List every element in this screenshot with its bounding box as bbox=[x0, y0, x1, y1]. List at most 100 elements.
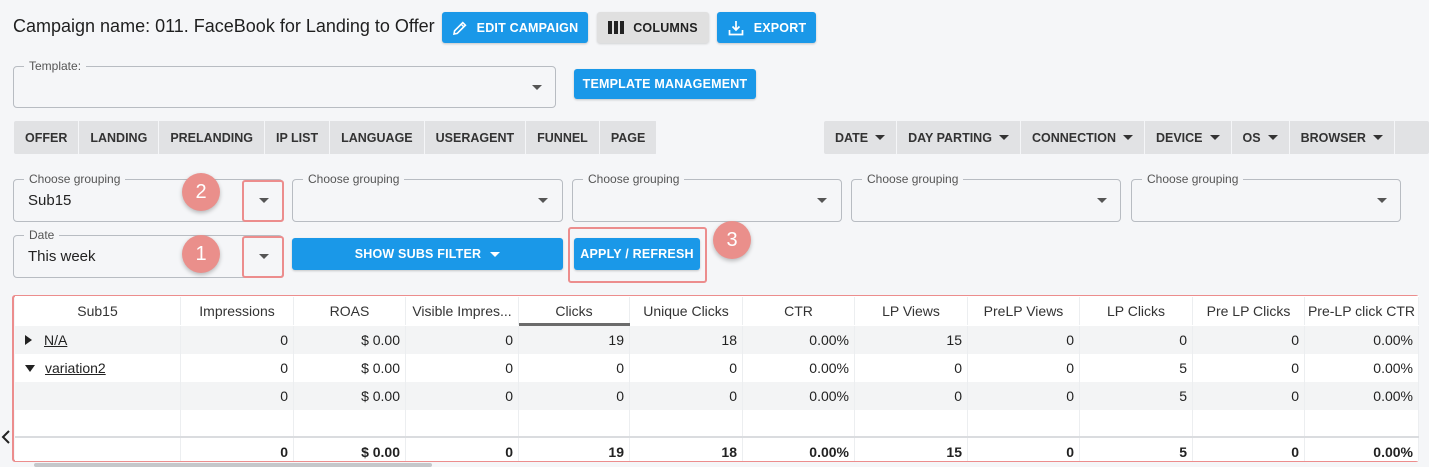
tab-date-label: DATE bbox=[835, 130, 869, 145]
row-link[interactable]: N/A bbox=[44, 332, 67, 348]
column-header[interactable]: CTR bbox=[743, 297, 855, 325]
column-header[interactable]: Unique Clicks bbox=[630, 297, 743, 325]
grouping-select-2[interactable]: Choose grouping bbox=[292, 172, 563, 222]
tab-connection[interactable]: CONNECTION bbox=[1021, 121, 1145, 154]
tab-date[interactable]: DATE bbox=[824, 121, 898, 154]
column-header[interactable]: Sub15 bbox=[15, 297, 181, 325]
caret-down-icon bbox=[1267, 135, 1278, 140]
table-cell: 0.00% bbox=[743, 382, 855, 410]
table-cell: 0 bbox=[181, 354, 294, 382]
export-label: EXPORT bbox=[753, 20, 807, 35]
column-header[interactable]: Impressions bbox=[181, 297, 294, 325]
caret-down-icon bbox=[1209, 135, 1220, 140]
tab-day-parting[interactable]: DAY PARTING bbox=[897, 121, 1021, 154]
download-icon bbox=[728, 20, 744, 35]
chevron-down-icon[interactable] bbox=[1097, 198, 1107, 203]
caret-down-icon bbox=[875, 135, 886, 140]
tab-language[interactable]: LANGUAGE bbox=[330, 121, 425, 154]
table-cell: $ 0.00 bbox=[294, 382, 406, 410]
grouping-label: Choose grouping bbox=[24, 172, 126, 186]
tab-prelanding[interactable]: PRELANDING bbox=[159, 121, 265, 154]
table-row[interactable]: N/A 0 $ 0.00 0 19 18 0.00% 15 0 0 0 0.00… bbox=[15, 326, 1419, 354]
column-header[interactable]: LP Views bbox=[855, 297, 968, 325]
show-subs-filter-button[interactable]: SHOW SUBS FILTER bbox=[292, 238, 563, 270]
export-button[interactable]: EXPORT bbox=[717, 12, 816, 43]
table-cell: 0 bbox=[1080, 326, 1193, 354]
table-totals-row: 0 $ 0.00 0 19 18 0.00% 15 0 5 0 0.00% bbox=[15, 436, 1419, 461]
table-cell: 0 bbox=[181, 382, 294, 410]
table-cell: 5 bbox=[1080, 354, 1193, 382]
grouping-label: Choose grouping bbox=[583, 172, 685, 186]
table-cell: 0 bbox=[1193, 326, 1305, 354]
row-link[interactable]: variation2 bbox=[45, 360, 106, 376]
tab-os[interactable]: OS bbox=[1232, 121, 1290, 154]
chevron-down-icon[interactable] bbox=[538, 198, 548, 203]
column-header[interactable]: Visible Impres... bbox=[406, 297, 519, 325]
tab-connection-label: CONNECTION bbox=[1031, 130, 1116, 145]
date-value: This week bbox=[28, 248, 96, 265]
chevron-down-icon[interactable] bbox=[817, 198, 827, 203]
horizontal-scrollbar[interactable] bbox=[34, 463, 432, 467]
template-select[interactable]: Template: bbox=[13, 59, 556, 108]
grouping-select-4[interactable]: Choose grouping bbox=[851, 172, 1121, 222]
table-cell: 0.00% bbox=[743, 354, 855, 382]
row-label-cell: variation2 bbox=[15, 354, 181, 382]
table-row[interactable]: 0 $ 0.00 0 0 0 0.00% 0 0 5 0 0.00% bbox=[15, 382, 1419, 410]
table-cell: 0.00% bbox=[1305, 382, 1419, 410]
grouping-label: Choose grouping bbox=[303, 172, 405, 186]
template-management-button[interactable]: TEMPLATE MANAGEMENT bbox=[574, 69, 756, 99]
chevron-down-icon[interactable] bbox=[1377, 198, 1387, 203]
table-cell: 0 bbox=[1193, 382, 1305, 410]
chevron-down-icon[interactable] bbox=[532, 85, 542, 90]
chevron-left-icon[interactable] bbox=[1, 430, 11, 444]
totals-cell: 0 bbox=[1193, 438, 1305, 461]
tab-funnel[interactable]: FUNNEL bbox=[526, 121, 600, 154]
grouping-label: Choose grouping bbox=[862, 172, 964, 186]
table-header-row: Sub15 Impressions ROAS Visible Impres...… bbox=[15, 297, 1419, 327]
column-header[interactable]: ROAS bbox=[294, 297, 406, 325]
tab-offer[interactable]: OFFER bbox=[14, 121, 80, 154]
column-header[interactable]: Clicks bbox=[519, 297, 630, 325]
annotation-marker-2: 2 bbox=[182, 173, 220, 211]
row-label-cell bbox=[15, 382, 181, 410]
grouping-select-3[interactable]: Choose grouping bbox=[572, 172, 842, 222]
tab-landing[interactable]: LANDING bbox=[79, 121, 160, 154]
table-cell: 0 bbox=[630, 382, 743, 410]
totals-cell: $ 0.00 bbox=[294, 438, 406, 461]
totals-cell: 18 bbox=[630, 438, 743, 461]
collapse-arrow-icon[interactable] bbox=[25, 364, 35, 372]
tab-browser[interactable]: BROWSER bbox=[1290, 121, 1395, 154]
table-cell: $ 0.00 bbox=[294, 326, 406, 354]
tab-ip-list[interactable]: IP LIST bbox=[265, 121, 331, 154]
table-cell: 0 bbox=[519, 354, 630, 382]
columns-icon bbox=[608, 21, 625, 34]
report-table: Sub15 Impressions ROAS Visible Impres...… bbox=[15, 296, 1419, 461]
expand-arrow-icon[interactable] bbox=[25, 335, 32, 345]
annotation-box-3 bbox=[568, 227, 707, 283]
table-row[interactable]: variation2 0 $ 0.00 0 0 0 0.00% 0 0 5 0 … bbox=[15, 354, 1419, 382]
columns-button[interactable]: COLUMNS bbox=[597, 12, 709, 43]
tab-device[interactable]: DEVICE bbox=[1145, 121, 1232, 154]
column-header[interactable]: LP Clicks bbox=[1080, 297, 1193, 325]
tab-day-parting-label: DAY PARTING bbox=[908, 130, 992, 145]
column-header[interactable]: Pre LP Clicks bbox=[1193, 297, 1305, 325]
column-header[interactable]: Pre-LP click CTR bbox=[1305, 297, 1419, 325]
tab-page[interactable]: PAGE bbox=[600, 121, 658, 154]
caret-down-icon bbox=[1372, 135, 1383, 140]
totals-cell: 0.00% bbox=[743, 438, 855, 461]
tab-useragent[interactable]: USERAGENT bbox=[425, 121, 527, 154]
table-cell: 15 bbox=[855, 326, 968, 354]
right-filter-tabs: DATE DAY PARTING CONNECTION DEVICE OS BR… bbox=[824, 121, 1429, 154]
grouping-select-5[interactable]: Choose grouping bbox=[1131, 172, 1401, 222]
tab-device-label: DEVICE bbox=[1155, 130, 1203, 145]
totals-cell: 15 bbox=[855, 438, 968, 461]
totals-cell: 0 bbox=[406, 438, 519, 461]
tab-os-label: OS bbox=[1242, 130, 1261, 145]
edit-campaign-label: EDIT CAMPAIGN bbox=[476, 20, 579, 35]
table-cell: 0 bbox=[968, 326, 1080, 354]
totals-cell bbox=[15, 438, 181, 461]
page-title: Campaign name: 011. FaceBook for Landing… bbox=[13, 16, 435, 36]
column-header[interactable]: PreLP Views bbox=[968, 297, 1080, 325]
edit-campaign-button[interactable]: EDIT CAMPAIGN bbox=[442, 12, 588, 43]
annotation-box-1 bbox=[242, 236, 284, 278]
